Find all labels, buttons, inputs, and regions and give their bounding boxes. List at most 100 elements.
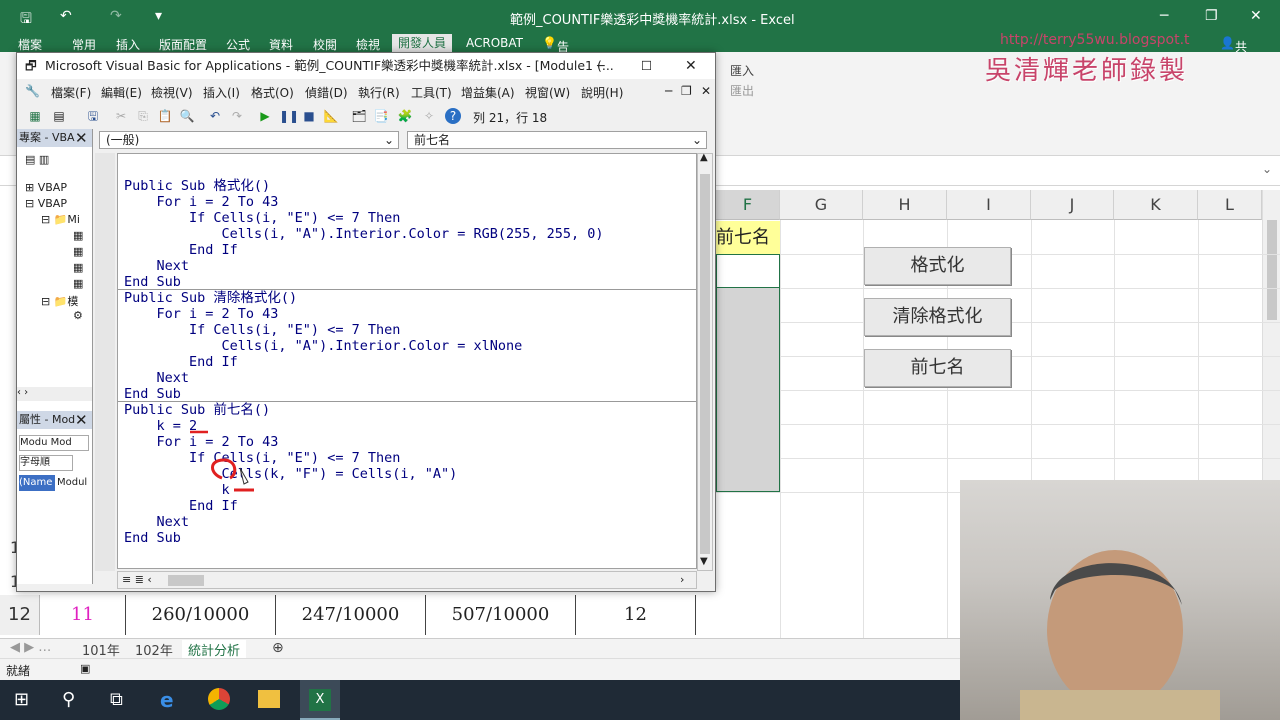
cell-c12[interactable]: 247/10000 [276, 595, 426, 635]
add-sheet-icon[interactable]: ⊕ [272, 640, 284, 656]
code-line[interactable]: For i = 2 To 43 [124, 194, 279, 210]
clear-format-button[interactable]: 清除格式化 [864, 298, 1011, 336]
col-header-k[interactable]: K [1114, 190, 1198, 220]
copy-icon[interactable]: ⎘ [135, 108, 151, 124]
undo-icon[interactable]: ↶ [60, 8, 72, 24]
procedure-combo[interactable]: 前七名 ⌄ [407, 131, 707, 149]
code-line[interactable]: If Cells(i, "E") <= 7 Then [124, 210, 400, 226]
margin-indicator-bar[interactable] [95, 153, 115, 571]
code-line[interactable]: End Sub [124, 386, 181, 402]
code-line[interactable]: End If [124, 354, 238, 370]
tab-file[interactable]: 檔案 [18, 36, 42, 53]
reset-icon[interactable]: ■ [301, 108, 317, 124]
tab-developer[interactable]: 開發人員 [392, 34, 453, 52]
import-button[interactable]: 匯入 [730, 62, 754, 79]
export-button[interactable]: 匯出 [730, 82, 754, 99]
col-header-f[interactable]: F [716, 190, 780, 220]
menu-insert[interactable]: 插入(I) [203, 84, 240, 101]
properties-object-select[interactable]: Modu Mod [19, 435, 89, 451]
code-line[interactable]: Next [124, 370, 190, 386]
vba-minimize-icon[interactable]: ─ [597, 53, 605, 79]
code-line[interactable]: Public Sub 清除格式化() [124, 290, 297, 306]
tab-acrobat[interactable]: ACROBAT [466, 36, 523, 50]
undo-icon[interactable]: ↶ [207, 108, 223, 124]
col-header-h[interactable]: H [863, 190, 947, 220]
code-line[interactable]: Next [124, 258, 190, 274]
tab-formulas[interactable]: 公式 [226, 36, 250, 53]
break-icon[interactable]: ❚❚ [279, 108, 299, 124]
tell-me-box[interactable]: 💡 告訴我您想要執行的動作... [542, 36, 580, 224]
customize-icon[interactable]: ▾ [155, 8, 162, 24]
child-minimize-icon[interactable]: ─ [665, 84, 672, 98]
code-line[interactable]: Cells(i, "A").Interior.Color = xlNone [124, 338, 523, 354]
help-icon[interactable]: ? [445, 108, 461, 124]
menu-view[interactable]: 檢視(V) [151, 84, 193, 101]
code-line[interactable]: Cells(i, "A").Interior.Color = RGB(255, … [124, 226, 604, 242]
row-header[interactable]: 12 [0, 595, 40, 635]
code-vscroll-thumb[interactable] [700, 174, 710, 554]
scroll-up-icon[interactable]: ▲ [700, 152, 708, 163]
properties-icon[interactable]: 📑 [373, 108, 389, 124]
child-close-icon[interactable]: ✕ [701, 84, 711, 98]
search-icon[interactable]: ⚲ [62, 689, 75, 710]
module-icon[interactable]: ⚙ [73, 309, 83, 322]
scroll-down-icon[interactable]: ▼ [700, 556, 708, 567]
cut-icon[interactable]: ✂ [113, 108, 129, 124]
cell-f2[interactable] [716, 254, 780, 288]
code-line[interactable]: Cells(k, "F") = Cells(i, "A") [124, 466, 458, 482]
code-line[interactable]: Public Sub 格式化() [124, 178, 270, 194]
tree-item[interactable]: ⊟ VBAP [25, 197, 67, 210]
save-icon[interactable]: 🖫 [20, 8, 32, 32]
property-value-cell[interactable]: Modul [57, 475, 89, 491]
scroll-right-icon[interactable]: › [680, 573, 684, 586]
code-line[interactable]: Next [124, 514, 190, 530]
menu-window[interactable]: 視窗(W) [525, 84, 570, 101]
cell-b12[interactable]: 260/10000 [126, 595, 276, 635]
properties-tab-alpha[interactable]: 字母順 [19, 455, 73, 471]
chevron-down-icon[interactable]: ⌄ [692, 132, 702, 148]
excel-taskbar-button[interactable]: X [300, 680, 340, 720]
selected-range[interactable] [716, 288, 780, 492]
project-hscroll[interactable]: ‹ › [17, 387, 92, 401]
menu-edit[interactable]: 編輯(E) [101, 84, 142, 101]
redo-icon[interactable]: ↷ [110, 8, 122, 24]
col-header-i[interactable]: I [947, 190, 1031, 220]
top-seven-button[interactable]: 前七名 [864, 349, 1011, 387]
code-line[interactable]: Public Sub 前七名() [124, 402, 270, 418]
insert-userform-icon[interactable]: ▤ [51, 108, 67, 124]
task-view-icon[interactable]: ⧉ [110, 689, 123, 710]
redo-icon[interactable]: ↷ [229, 108, 245, 124]
share-button[interactable]: 👤 共用 [1220, 36, 1247, 71]
menu-addins[interactable]: 增益集(A) [461, 84, 515, 101]
vba-close-icon[interactable]: ✕ [685, 53, 697, 79]
chevron-down-icon[interactable]: ⌄ [384, 132, 394, 148]
tree-item[interactable]: ⊟ 📁模 [41, 293, 78, 309]
menu-run[interactable]: 執行(R) [358, 84, 400, 101]
cell-a12[interactable]: 11 [40, 595, 126, 635]
file-explorer-icon[interactable] [258, 690, 280, 708]
tree-item[interactable]: ⊟ 📁Mi [41, 213, 80, 226]
col-header-g[interactable]: G [780, 190, 863, 220]
code-hscroll-thumb[interactable] [168, 575, 204, 586]
tree-item[interactable]: ⊞ VBAP [25, 181, 67, 194]
menu-file[interactable]: 檔案(F) [51, 84, 91, 101]
chrome-icon[interactable] [208, 688, 230, 710]
sheet-tab-102[interactable]: 102年 [135, 640, 173, 659]
expand-formula-icon[interactable]: ⌄ [1262, 162, 1272, 176]
property-name-cell[interactable]: (Name [19, 475, 55, 491]
properties-close-icon[interactable]: ✕ [75, 411, 88, 429]
save-icon[interactable]: 🖫 [85, 108, 101, 124]
run-icon[interactable]: ▶ [257, 108, 273, 124]
format-button[interactable]: 格式化 [864, 247, 1011, 285]
object-combo[interactable]: (一般) ⌄ [99, 131, 399, 149]
code-editor[interactable]: Public Sub 格式化() For i = 2 To 43 If Cell… [117, 153, 697, 569]
project-explorer-icon[interactable]: 🗂 [351, 108, 367, 124]
design-mode-icon[interactable]: 📐 [323, 108, 339, 124]
cell-e12[interactable]: 12 [576, 595, 696, 635]
col-header-l[interactable]: L [1198, 190, 1262, 220]
vba-menu-icon[interactable]: 🔧 [25, 84, 40, 98]
code-hscroll[interactable]: ≡ ≣ ‹ › [117, 571, 697, 589]
close-icon[interactable]: ✕ [1250, 8, 1262, 24]
object-browser-icon[interactable]: 🧩 [397, 108, 413, 124]
code-line[interactable]: End Sub [124, 274, 181, 290]
